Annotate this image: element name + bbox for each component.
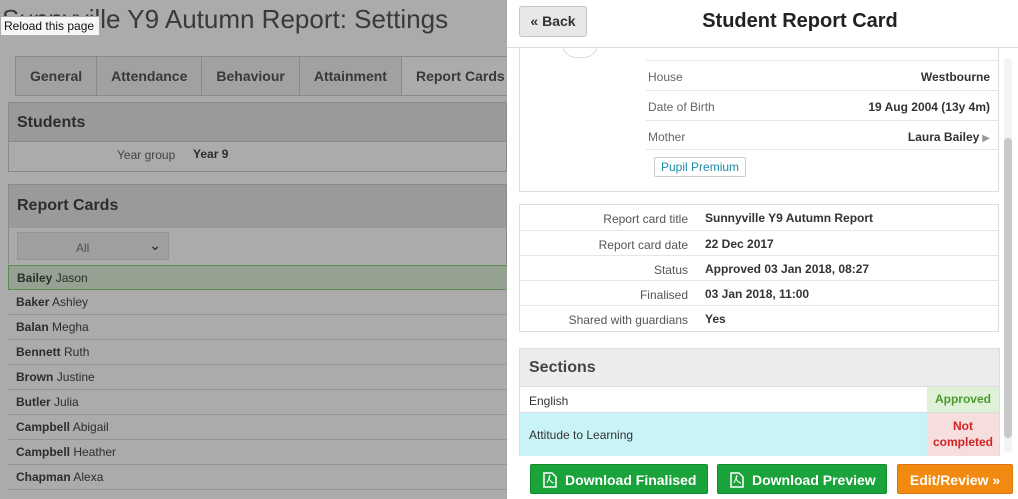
tab-behaviour[interactable]: Behaviour [202,57,300,95]
detail-label: Finalised [639,288,688,302]
status-badge: Approved [927,387,999,412]
list-item[interactable]: Brown Justine [8,365,507,390]
house-value: Westbourne [920,70,990,84]
student-first-name: Ashley [52,295,89,309]
detail-value: 22 Dec 2017 [705,237,774,251]
list-item[interactable]: Bennett Ruth [8,340,507,365]
status-badge: Not completed [927,413,999,456]
sections-heading: Sections [520,349,999,387]
settings-tabs: General Attendance Behaviour Attainment … [15,56,507,96]
student-first-name: Ruth [64,345,90,359]
table-row: Report card date 22 Dec 2017 [520,230,998,255]
back-button[interactable]: « Back [519,6,587,37]
drawer-header: Student Report Card « Back [507,0,1018,48]
student-last-name: Chapman [16,470,71,484]
student-last-name: Bailey [17,271,53,285]
background-page: Sunnyville Y9 Autumn Report: Settings Ge… [0,0,507,499]
report-cards-heading: Report Cards [8,184,507,228]
mother-value-wrap[interactable]: Laura Bailey ▶ [908,130,990,144]
student-last-name: Butler [16,395,51,409]
student-first-name: Abigail [72,420,109,434]
download-finalised-label: Download Finalised [565,472,697,488]
reload-tooltip: Reload this page [0,16,101,36]
year-group-label: Year group [117,148,176,162]
detail-label: Status [653,263,688,277]
house-row: House Westbourne [646,60,998,90]
year-group-value: Year 9 [193,147,229,161]
drawer-scroll-area: House Westbourne Date of Birth 19 Aug 20… [507,48,1018,456]
section-name: Attitude to Learning [529,428,634,442]
report-card-drawer: Student Report Card « Back House Westbou… [507,0,1018,499]
download-preview-label: Download Preview [752,472,876,488]
detail-label: Shared with guardians [568,313,688,327]
scrollbar-thumb[interactable] [1004,138,1012,438]
student-first-name: Megha [52,320,89,334]
detail-value: Sunnyville Y9 Autumn Report [705,211,874,225]
edit-review-button[interactable]: Edit/Review » [897,464,1013,494]
student-last-name: Campbell [16,445,71,459]
drawer-footer: Download Finalised Download Preview Edit… [507,456,1018,499]
avatar [562,48,598,58]
students-list: Bailey Jason Baker Ashley Balan Megha Be… [8,265,507,490]
section-name: English [529,394,569,408]
chevron-down-icon: ⌄ [149,237,161,253]
mother-row[interactable]: Mother Laura Bailey ▶ [646,120,998,150]
tab-attainment[interactable]: Attainment [300,57,402,95]
detail-label: Report card date [598,238,688,252]
year-group-row: Year group Year 9 [8,142,507,172]
detail-value: Yes [705,312,726,326]
tab-attendance[interactable]: Attendance [97,57,203,95]
detail-label: Report card title [603,212,688,226]
student-last-name: Bennett [16,345,61,359]
dob-value: 19 Aug 2004 (13y 4m) [868,100,990,114]
filter-select[interactable]: All ⌄ [17,232,169,260]
student-last-name: Brown [16,370,54,384]
list-item[interactable]: Chapman Alexa [8,465,507,490]
sections-panel: Sections English Approved Attitude to Le… [519,348,1000,456]
mother-label: Mother [648,130,686,144]
report-details-table: Report card title Sunnyville Y9 Autumn R… [519,204,999,332]
pupil-premium-badge: Pupil Premium [654,157,747,177]
student-first-name: Heather [73,445,117,459]
list-item[interactable]: Campbell Abigail [8,415,507,440]
detail-value: 03 Jan 2018, 11:00 [705,287,810,301]
dob-row: Date of Birth 19 Aug 2004 (13y 4m) [646,90,998,120]
student-first-name: Jason [55,271,88,285]
table-row: Status Approved 03 Jan 2018, 08:27 [520,255,998,280]
mother-value: Laura Bailey [907,130,980,144]
list-item[interactable]: Balan Megha [8,315,507,340]
student-first-name: Julia [54,395,79,409]
section-row-attitude[interactable]: Attitude to Learning Not completed [520,413,999,456]
table-row: Report card title Sunnyville Y9 Autumn R… [520,205,998,230]
caret-right-icon: ▶ [982,133,990,144]
tab-general[interactable]: General [16,57,98,95]
house-label: House [648,70,683,84]
pdf-icon [730,472,744,488]
table-row: Finalised 03 Jan 2018, 11:00 [520,280,998,305]
student-first-name: Justine [56,370,95,384]
report-cards-filter-bar: All ⌄ [8,228,507,264]
students-heading: Students [8,102,507,142]
student-last-name: Campbell [16,420,71,434]
student-last-name: Balan [16,320,49,334]
download-finalised-button[interactable]: Download Finalised [530,464,708,494]
tab-report-cards[interactable]: Report Cards [401,57,507,95]
detail-value: Approved 03 Jan 2018, 08:27 [705,262,870,276]
list-item[interactable]: Campbell Heather [8,440,507,465]
section-row-english[interactable]: English Approved [520,387,999,413]
download-preview-button[interactable]: Download Preview [717,464,887,494]
filter-select-value: All [76,241,90,255]
student-profile-card: House Westbourne Date of Birth 19 Aug 20… [519,48,999,192]
pdf-icon [543,472,557,488]
dob-label: Date of Birth [648,100,715,114]
student-first-name: Alexa [73,470,104,484]
list-item[interactable]: Baker Ashley [8,290,507,315]
list-item[interactable]: Butler Julia [8,390,507,415]
student-last-name: Baker [16,295,50,309]
list-item[interactable]: Bailey Jason [8,265,507,290]
table-row: Shared with guardians Yes [520,305,998,330]
